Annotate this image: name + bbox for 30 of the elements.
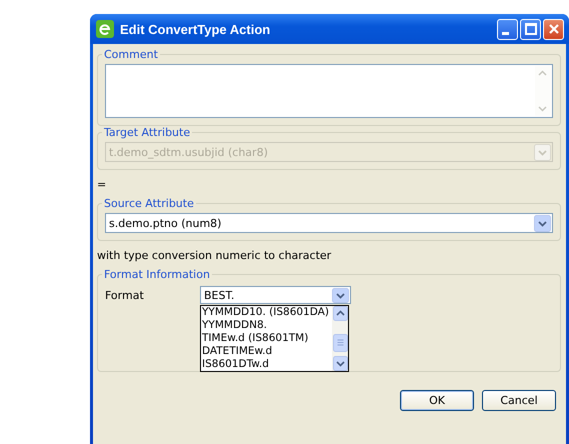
maximize-icon [524,23,536,35]
equals-label: = [97,177,108,193]
maximize-button[interactable] [520,18,541,40]
group-label: Format Information [103,268,211,281]
scroll-down-icon[interactable] [332,356,348,371]
source-attribute-dropdown[interactable]: s.demo.ptno (num8) [105,213,553,233]
format-option[interactable]: DATETIMEw.d [202,345,332,358]
scroll-up-icon[interactable] [332,306,348,321]
cancel-button[interactable]: Cancel [482,390,556,411]
close-button[interactable] [543,18,564,40]
minimize-icon [502,32,509,34]
conversion-text: with type conversion numeric to character [97,248,332,264]
format-option[interactable]: IS8601DTw.d [202,358,332,371]
close-icon [548,23,560,35]
group-label: Comment [103,48,159,61]
app-icon [96,20,114,38]
format-option[interactable]: YYMMDDN8. [202,319,332,332]
minimize-button[interactable] [497,18,518,40]
format-option[interactable]: TIMEw.d (IS8601TM) [202,332,332,345]
caret-icon [534,214,551,232]
caret-icon [534,144,551,160]
group-label: Source Attribute [103,197,195,210]
scroll-thumb[interactable] [332,334,348,352]
group-label: Target Attribute [103,126,192,139]
format-dropdown[interactable]: BEST. [200,286,351,304]
format-label: Format [105,288,145,304]
window-title: Edit ConvertType Action [120,22,272,36]
caret-icon [332,288,349,302]
format-option[interactable]: YYMMDD10. (IS8601DA) [202,306,332,319]
ok-button[interactable]: OK [400,390,474,411]
